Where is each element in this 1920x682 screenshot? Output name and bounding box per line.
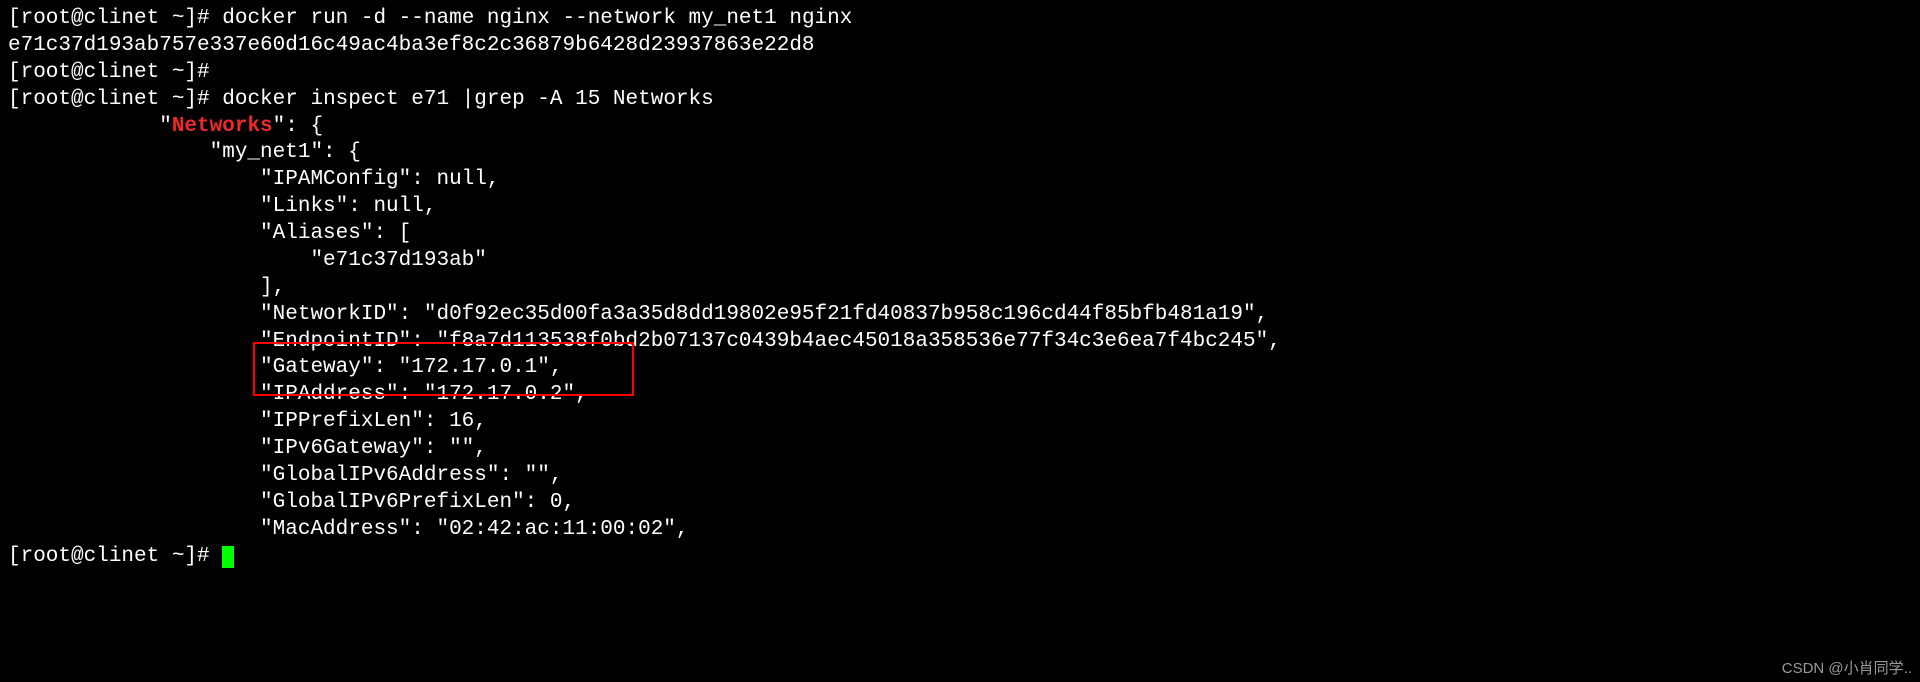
- watermark-text: CSDN @小肖同学..: [1782, 659, 1912, 678]
- output-aliases: "Aliases": [: [8, 221, 1912, 248]
- grep-match: Networks: [172, 115, 273, 138]
- terminal-line-3: [root@clinet ~]# docker inspect e71 |gre…: [8, 87, 1912, 114]
- output-mynet1: "my_net1": {: [8, 140, 1912, 167]
- output-networkid: "NetworkID": "d0f92ec35d00fa3a35d8dd1980…: [8, 302, 1912, 329]
- output-endpointid: "EndpointID": "f8a7d113538f0bd2b07137c04…: [8, 329, 1912, 356]
- output-globalipv6: "GlobalIPv6Address": "",: [8, 463, 1912, 490]
- output-macaddress: "MacAddress": "02:42:ac:11:00:02",: [8, 517, 1912, 544]
- command-text: docker inspect e71 |grep -A 15 Networks: [222, 88, 713, 111]
- shell-prompt: [root@clinet ~]#: [8, 7, 222, 30]
- output-gateway: "Gateway": "172.17.0.1",: [8, 355, 1912, 382]
- shell-prompt: [root@clinet ~]#: [8, 545, 222, 568]
- shell-prompt: [root@clinet ~]#: [8, 88, 222, 111]
- terminal-line-cursor[interactable]: [root@clinet ~]#: [8, 544, 1912, 571]
- output-links: "Links": null,: [8, 194, 1912, 221]
- shell-prompt-empty: [root@clinet ~]#: [8, 60, 1912, 87]
- output-alias-val: "e71c37d193ab": [8, 248, 1912, 275]
- output-container-id: e71c37d193ab757e337e60d16c49ac4ba3ef8c2c…: [8, 33, 1912, 60]
- output-aliases-end: ],: [8, 275, 1912, 302]
- output-ipprefixlen: "IPPrefixLen": 16,: [8, 409, 1912, 436]
- output-ipv6gateway: "IPv6Gateway": "",: [8, 436, 1912, 463]
- output-globalipv6p: "GlobalIPv6PrefixLen": 0,: [8, 490, 1912, 517]
- command-text: docker run -d --name nginx --network my_…: [222, 7, 852, 30]
- output-ipaddress: "IPAddress": "172.17.0.2",: [8, 382, 1912, 409]
- output-networks: "Networks": {: [8, 114, 1912, 141]
- terminal-line-1: [root@clinet ~]# docker run -d --name ng…: [8, 6, 1912, 33]
- terminal-cursor: [222, 546, 234, 568]
- output-ipamconfig: "IPAMConfig": null,: [8, 167, 1912, 194]
